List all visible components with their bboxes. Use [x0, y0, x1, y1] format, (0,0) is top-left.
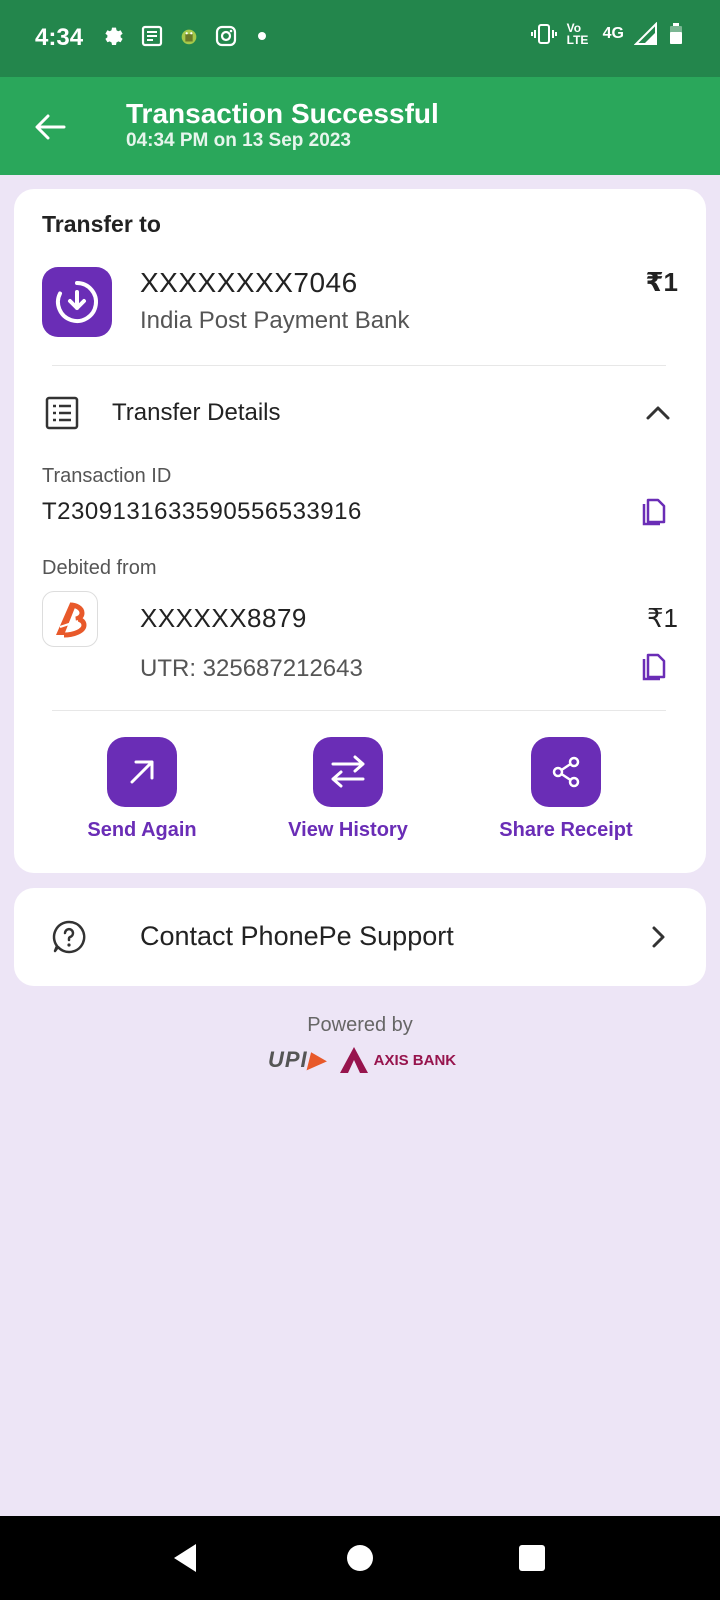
payee-bank: India Post Payment Bank — [140, 307, 410, 334]
partner-logos: UPI▶ AXIS BANK — [268, 1046, 456, 1074]
clock-download-icon — [56, 281, 98, 323]
debit-amount: ₹1 — [646, 603, 678, 633]
divider — [52, 365, 666, 366]
status-time: 4:34 — [35, 24, 84, 51]
view-history-label: View History — [288, 819, 408, 841]
signal-icon — [634, 22, 657, 45]
news-icon — [141, 25, 163, 47]
view-history-button[interactable]: View History — [258, 737, 438, 842]
bank-logo-icon — [56, 602, 87, 638]
arrow-up-right-icon — [130, 760, 154, 784]
share-receipt-button[interactable]: Share Receipt — [466, 737, 666, 842]
swap-arrows-icon — [331, 755, 365, 788]
dot-icon — [258, 32, 266, 40]
header-bar: Transaction Successful 04:34 PM on 13 Se… — [0, 77, 720, 175]
volte-label: Vo LTE — [566, 21, 589, 47]
gear-icon — [105, 27, 123, 45]
payee-icon — [42, 267, 112, 337]
contact-support-label: Contact PhonePe Support — [140, 921, 454, 951]
transaction-datetime: 04:34 PM on 13 Sep 2023 — [126, 130, 351, 151]
vibrate-icon — [530, 24, 557, 44]
status-bar: 4:34 Vo LTE 4G — [0, 0, 720, 77]
contact-support-row[interactable]: Contact PhonePe Support — [14, 888, 706, 986]
details-list-icon — [45, 396, 79, 430]
bank-of-baroda-logo — [42, 591, 98, 647]
nav-recents-icon[interactable] — [514, 1540, 550, 1576]
payee-account: XXXXXXXX7046 — [140, 267, 358, 298]
share-icon — [552, 756, 580, 788]
transfer-amount: ₹1 — [645, 267, 678, 297]
upi-logo: UPI▶ — [268, 1047, 326, 1072]
help-circle-icon — [52, 920, 86, 954]
send-again-label: Send Again — [87, 819, 197, 841]
page-title: Transaction Successful — [126, 98, 439, 129]
axis-bank-logo: AXIS BANK — [338, 1046, 456, 1074]
debited-from-label: Debited from — [42, 557, 157, 579]
chevron-right-icon — [652, 926, 665, 948]
share-receipt-label: Share Receipt — [499, 819, 633, 841]
transaction-id: T2309131633590556533916 — [42, 498, 362, 525]
debit-account: XXXXXX8879 — [140, 603, 307, 633]
powered-by-label: Powered by — [307, 1014, 413, 1036]
transfer-to-label: Transfer to — [42, 211, 161, 237]
axis-bank-icon — [339, 1047, 368, 1073]
system-nav-bar — [0, 1516, 720, 1600]
copy-utr-icon[interactable] — [640, 653, 668, 683]
nav-home-icon[interactable] — [342, 1540, 378, 1576]
android-icon — [181, 29, 197, 45]
transaction-card: Transfer to XXXXXXXX7046 India Post Paym… — [14, 189, 706, 873]
utr-number: UTR: 325687212643 — [140, 655, 363, 682]
back-arrow-icon[interactable] — [32, 109, 68, 145]
transaction-id-label: Transaction ID — [42, 465, 172, 487]
chevron-up-icon[interactable] — [644, 399, 672, 427]
send-again-button[interactable]: Send Again — [52, 737, 232, 842]
battery-icon — [670, 23, 682, 44]
copy-transaction-id-icon[interactable] — [640, 498, 668, 528]
transfer-details-label[interactable]: Transfer Details — [112, 399, 281, 427]
network-label: 4G — [602, 25, 624, 42]
instagram-icon — [215, 25, 237, 47]
nav-back-icon[interactable] — [168, 1540, 204, 1576]
divider — [52, 710, 666, 711]
